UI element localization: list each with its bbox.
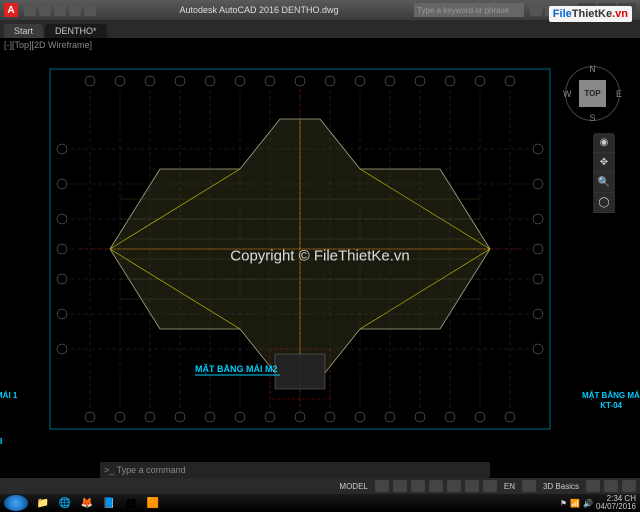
status-grid-icon[interactable]	[375, 480, 389, 492]
status-snap-icon[interactable]	[393, 480, 407, 492]
qat-undo-icon[interactable]	[69, 4, 81, 16]
adjacent-label-left: MÁI 1	[0, 391, 17, 400]
status-custom-icon[interactable]	[622, 480, 636, 492]
drawing-viewport[interactable]: [-][Top][2D Wireframe] TOP N S E W ◉ ✥ 🔍…	[0, 38, 640, 460]
nav-zoom-icon[interactable]: 🔍	[593, 173, 615, 193]
taskbar-app-icon[interactable]: 🟧	[143, 496, 163, 510]
watermark-logo: FileThietKe.vn	[549, 6, 632, 22]
status-workspace[interactable]: 3D Basics	[540, 482, 582, 491]
tab-active-file[interactable]: DENTHO*	[45, 24, 107, 38]
help-search-input[interactable]: Type a keyword or phrase	[414, 3, 524, 17]
status-otrack-icon[interactable]	[465, 480, 479, 492]
compass-n: N	[589, 64, 596, 74]
command-prompt: >_ Type a command	[104, 465, 186, 475]
navigation-bar: ◉ ✥ 🔍 ◯	[593, 133, 615, 213]
status-osnap-icon[interactable]	[447, 480, 461, 492]
status-ortho-icon[interactable]	[411, 480, 425, 492]
taskbar-firefox-icon[interactable]: 🦊	[77, 496, 97, 510]
file-tabs: Start DENTHO*	[0, 20, 640, 38]
qat-open-icon[interactable]	[39, 4, 51, 16]
qat-save-icon[interactable]	[54, 4, 66, 16]
status-polar-icon[interactable]	[429, 480, 443, 492]
taskbar-word-icon[interactable]: 📘	[99, 496, 119, 510]
sheet-label-br: KT-04	[600, 401, 622, 410]
tab-start[interactable]: Start	[4, 24, 43, 38]
qat-new-icon[interactable]	[24, 4, 36, 16]
taskbar-autocad-icon[interactable]: 🅰	[121, 496, 141, 510]
tray-network-icon[interactable]: 📶	[570, 499, 580, 508]
status-lang[interactable]: EN	[501, 482, 518, 491]
command-line[interactable]: >_ Type a command	[100, 462, 490, 478]
windows-taskbar: 📁 🌐 🦊 📘 🅰 🟧 ⚑ 📶 🔊 2:34 CH 04/07/2016	[0, 494, 640, 512]
status-lweight-icon[interactable]	[483, 480, 497, 492]
status-bar: MODEL EN 3D Basics	[0, 478, 640, 494]
signin-icon[interactable]	[530, 4, 542, 16]
status-gear-icon[interactable]	[586, 480, 600, 492]
system-tray: ⚑ 📶 🔊 2:34 CH 04/07/2016	[560, 495, 640, 511]
taskbar-chrome-icon[interactable]: 🌐	[55, 496, 75, 510]
status-clean-icon[interactable]	[604, 480, 618, 492]
drawing-title: MẶT BẰNG MÁI M2	[195, 364, 278, 374]
title-bar: A Autodesk AutoCAD 2016 DENTHO.dwg Type …	[0, 0, 640, 20]
nav-orbit-icon[interactable]: ◯	[593, 193, 615, 213]
tray-flag-icon[interactable]: ⚑	[560, 499, 567, 508]
window-title: Autodesk AutoCAD 2016 DENTHO.dwg	[104, 5, 414, 15]
cad-drawing: MẶT BẰNG MÁI M2	[20, 48, 580, 450]
nav-wheel-icon[interactable]: ◉	[593, 133, 615, 153]
taskbar-explorer-icon[interactable]: 📁	[33, 496, 53, 510]
compass-e: E	[616, 89, 622, 99]
compass-s: S	[589, 113, 595, 123]
adjacent-label-right: MẶT BẰNG MÁI	[582, 391, 640, 400]
tray-sound-icon[interactable]: 🔊	[583, 499, 593, 508]
quick-access-toolbar	[24, 4, 96, 16]
taskbar-clock[interactable]: 2:34 CH 04/07/2016	[596, 495, 636, 511]
viewcube-face[interactable]: TOP	[579, 80, 606, 107]
status-anno-icon[interactable]	[522, 480, 536, 492]
nav-pan-icon[interactable]: ✥	[593, 153, 615, 173]
sheet-label-bl: 3	[0, 437, 2, 446]
start-button[interactable]	[4, 495, 28, 511]
app-logo-icon[interactable]: A	[4, 3, 18, 17]
qat-redo-icon[interactable]	[84, 4, 96, 16]
status-model-button[interactable]: MODEL	[336, 482, 370, 491]
